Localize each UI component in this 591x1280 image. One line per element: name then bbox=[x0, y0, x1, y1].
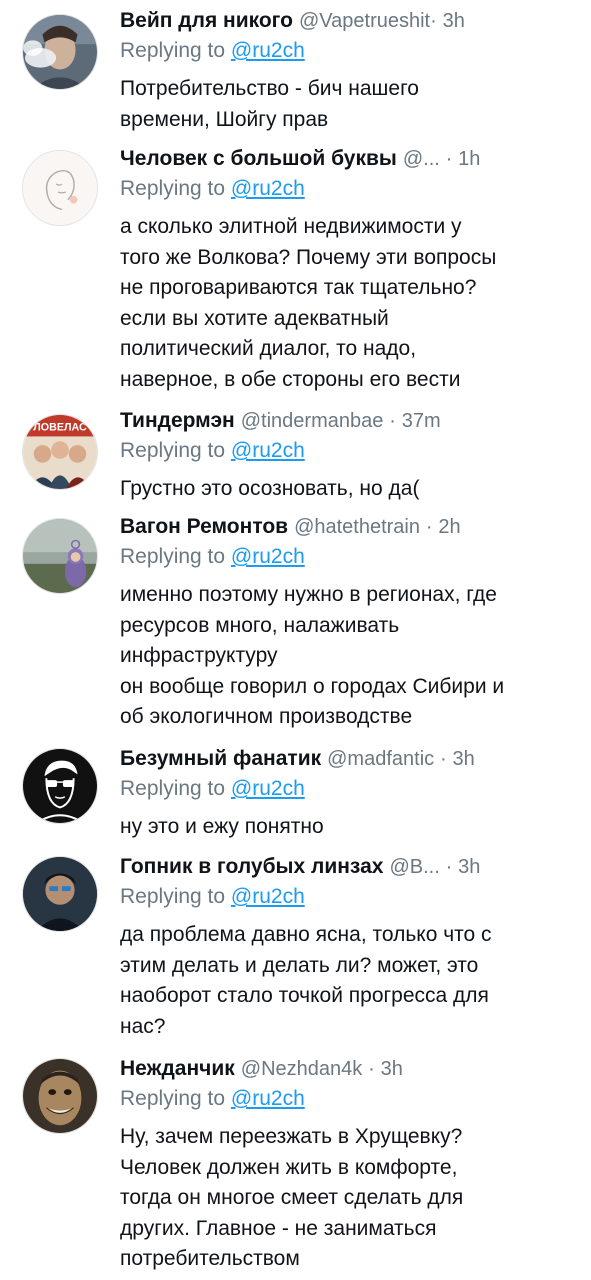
tweet-text-line: времени, Шойгу прав bbox=[120, 107, 329, 131]
dark-photo-avatar[interactable] bbox=[22, 856, 98, 932]
tweet-text-line: нас? bbox=[120, 1014, 166, 1038]
author-handle[interactable]: @madfantic bbox=[327, 748, 434, 770]
tweet-text-line: политический диалог, то надо, bbox=[120, 337, 417, 360]
replying-to-link[interactable]: @ru2ch bbox=[231, 439, 305, 462]
separator-dot: · bbox=[445, 856, 453, 878]
tweet-text: Потребительство - бич нашего времени, Шо… bbox=[120, 74, 577, 135]
replying-to-line: Replying to @ru2ch bbox=[120, 542, 577, 572]
timestamp[interactable]: 3h bbox=[381, 1058, 403, 1080]
tweet-text-line: потребительством bbox=[120, 1247, 300, 1270]
poster-avatar[interactable]: ЛОВЕЛАС bbox=[22, 414, 98, 490]
vape-smoke-avatar[interactable] bbox=[22, 14, 98, 90]
tweet-text-line: да проблема давно ясна, только что с bbox=[120, 923, 492, 946]
poster-avatar-text: ЛОВЕЛАС bbox=[33, 422, 87, 434]
tweet-text: Грустно это осозновать, но да( bbox=[120, 474, 577, 505]
replying-to-line: Replying to @ru2ch bbox=[120, 774, 577, 804]
replying-to-line: Replying to @ru2ch bbox=[120, 436, 577, 466]
timestamp[interactable]: 2h bbox=[438, 516, 460, 538]
tweet-text: а сколько элитной недвижимости у того же… bbox=[120, 212, 577, 395]
author-name[interactable]: Безумный фанатик bbox=[120, 747, 321, 770]
line-art-face-avatar[interactable] bbox=[22, 150, 98, 226]
author-name[interactable]: Гопник в голубых линзах bbox=[120, 855, 383, 878]
tweet-text-line: ресурсов много, налаживать bbox=[120, 613, 400, 637]
tweet-text-line: тогда он многое смеет сделать для bbox=[120, 1186, 464, 1209]
author-name[interactable]: Тиндермэн bbox=[120, 409, 235, 432]
tweet-text-line: если вы хотите адекватный bbox=[120, 306, 389, 330]
replying-to-line: Replying to @ru2ch bbox=[120, 882, 577, 912]
separator-dot: · bbox=[425, 516, 433, 538]
tweet-text-line: не проговариваются так тщательно? bbox=[120, 276, 477, 299]
replying-to-label: Replying to bbox=[120, 545, 226, 568]
tweet-text-line: Потребительство - бич нашего bbox=[120, 77, 419, 100]
author-handle[interactable]: @hatethetrain bbox=[294, 516, 420, 538]
grinning-face-avatar[interactable] bbox=[22, 1058, 98, 1134]
timestamp[interactable]: 3h bbox=[443, 10, 465, 32]
author-handle[interactable]: @... bbox=[403, 148, 440, 170]
tweet-text: Ну, зачем переезжать в Хрущевку? Человек… bbox=[120, 1122, 577, 1275]
timestamp[interactable]: 3h bbox=[453, 748, 475, 770]
replying-to-label: Replying to bbox=[120, 885, 226, 908]
tweet-text-line: он вообще говорил о городах Сибири и bbox=[120, 674, 505, 698]
replying-to-link[interactable]: @ru2ch bbox=[231, 39, 305, 62]
tweet-text-line: наверное, в обе стороны его вести bbox=[120, 367, 461, 391]
separator-dot: · bbox=[445, 148, 453, 170]
tweet-text: да проблема давно ясна, только что с эти… bbox=[120, 920, 577, 1042]
tweet-text-line: Человек должен жить в комфорте, bbox=[120, 1155, 458, 1179]
replying-to-line: Replying to @ru2ch bbox=[120, 174, 577, 204]
author-name[interactable]: Человек с большой буквы bbox=[120, 147, 397, 170]
author-handle[interactable]: @Nezhdan4k bbox=[241, 1058, 362, 1080]
author-name[interactable]: Вейп для никого bbox=[120, 9, 293, 32]
tweet-text-line: именно поэтому нужно в регионах, где bbox=[120, 583, 497, 606]
replying-to-label: Replying to bbox=[120, 39, 226, 62]
separator-dot: · bbox=[430, 10, 437, 32]
tweet-text-line: ну это и ежу понятно bbox=[120, 815, 324, 838]
replying-to-label: Replying to bbox=[120, 177, 226, 200]
replying-to-label: Replying to bbox=[120, 439, 226, 462]
replying-to-line: Replying to @ru2ch bbox=[120, 36, 577, 66]
separator-dot: · bbox=[368, 1058, 375, 1080]
replying-to-label: Replying to bbox=[120, 1087, 226, 1110]
author-handle[interactable]: @tindermanbae bbox=[241, 410, 384, 432]
replying-to-label: Replying to bbox=[120, 777, 226, 800]
tweet-text-line: этим делать и делать ли? может, это bbox=[120, 953, 479, 977]
separator-dot: · bbox=[439, 748, 447, 770]
tweet-text-line: того же Волкова? Почему эти вопросы bbox=[120, 245, 497, 269]
author-handle[interactable]: @Vapetrueshit bbox=[299, 10, 430, 32]
tweet-text-line: Ну, зачем переезжать в Хрущевку? bbox=[120, 1125, 463, 1148]
replying-to-link[interactable]: @ru2ch bbox=[231, 545, 305, 568]
author-name[interactable]: Вагон Ремонтов bbox=[120, 515, 288, 538]
timestamp[interactable]: 3h bbox=[458, 856, 480, 878]
teletubby-avatar[interactable] bbox=[22, 518, 98, 594]
separator-dot: · bbox=[389, 410, 396, 432]
sunglasses-face-avatar[interactable] bbox=[22, 748, 98, 824]
replying-to-link[interactable]: @ru2ch bbox=[231, 1087, 305, 1110]
timestamp[interactable]: 1h bbox=[458, 148, 480, 170]
timestamp[interactable]: 37m bbox=[402, 410, 441, 432]
replying-to-line: Replying to @ru2ch bbox=[120, 1084, 577, 1114]
tweet-text-line: Грустно это осозновать, но да( bbox=[120, 477, 420, 500]
tweet-text: ну это и ежу понятно bbox=[120, 812, 577, 843]
author-handle[interactable]: @B... bbox=[389, 856, 439, 878]
author-name[interactable]: Нежданчик bbox=[120, 1057, 235, 1080]
reply-feed: Вейп для никого @Vapetrueshit· 3h Replyin… bbox=[0, 0, 591, 1280]
tweet-text-line: инфраструктуру bbox=[120, 644, 278, 667]
tweet-text-line: об экологичном производстве bbox=[120, 705, 413, 728]
replying-to-link[interactable]: @ru2ch bbox=[231, 777, 305, 800]
tweet-text-line: других. Главное - не заниматься bbox=[120, 1216, 437, 1240]
tweet-text: именно поэтому нужно в регионах, где рес… bbox=[120, 580, 577, 733]
tweet-text-line: наоборот стало точкой прогресса для bbox=[120, 984, 489, 1007]
replying-to-link[interactable]: @ru2ch bbox=[231, 177, 305, 200]
tweet-text-line: а сколько элитной недвижимости у bbox=[120, 215, 462, 238]
replying-to-link[interactable]: @ru2ch bbox=[231, 885, 305, 908]
